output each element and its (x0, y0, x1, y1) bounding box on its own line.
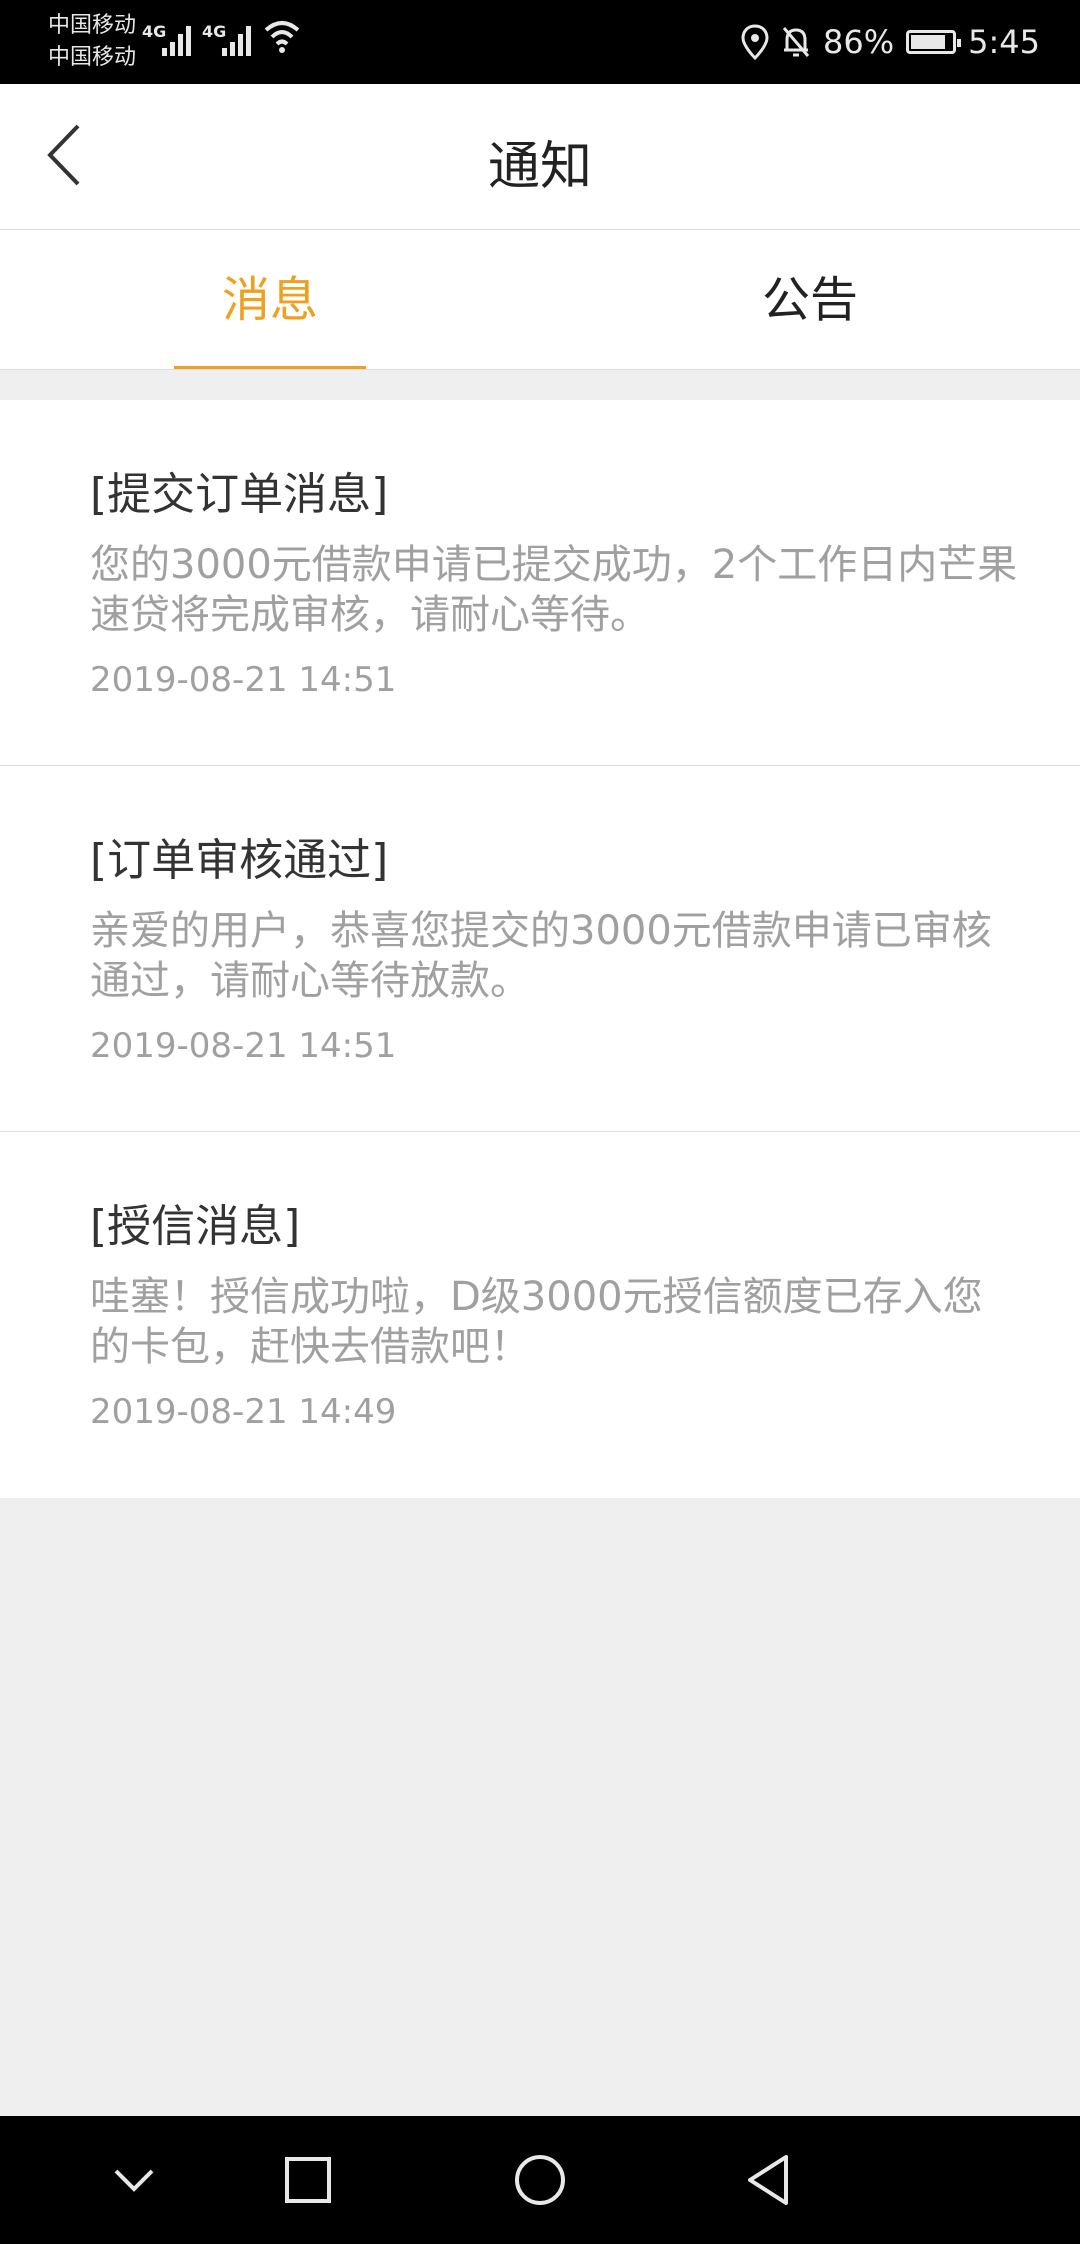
message-time: 2019-08-21 14:51 (90, 660, 397, 700)
battery-fill (911, 35, 946, 49)
wifi-icon (264, 21, 300, 53)
nav-recents-button[interactable] (248, 2116, 368, 2244)
status-time: 5:45 (968, 23, 1040, 61)
location-icon (741, 24, 769, 60)
battery-tip (957, 39, 962, 47)
triangle-back-icon (748, 2155, 788, 2205)
tab-bar: 消息 公告 (0, 230, 1080, 370)
status-right: 86% 5:45 (741, 0, 1040, 84)
message-body: 您的3000元借款申请已提交成功，2个工作日内芒果速贷将完成审核，请耐心等待。 (90, 542, 1018, 638)
battery-percent: 86% (823, 23, 895, 61)
bell-off-icon (782, 27, 810, 57)
circle-icon (515, 2155, 565, 2205)
active-tab-indicator (174, 366, 366, 369)
nav-collapse-button[interactable] (74, 2116, 194, 2244)
message-body: 亲爱的用户，恭喜您提交的3000元借款申请已审核通过，请耐心等待放款。 (90, 908, 992, 1004)
signal-icon (222, 26, 251, 56)
status-bar: 中国移动 中国移动 4G 4G 86% 5:45 (0, 0, 1080, 84)
battery-icon (906, 30, 962, 54)
carrier-1: 中国移动 (48, 13, 137, 38)
message-title: [订单审核通过] (90, 835, 389, 886)
message-time: 2019-08-21 14:51 (90, 1026, 397, 1066)
carrier-labels: 中国移动 中国移动 (48, 10, 136, 74)
square-icon (285, 2157, 331, 2203)
app-header: 通知 (0, 84, 1080, 230)
nav-back-button[interactable] (708, 2116, 828, 2244)
tab-messages[interactable]: 消息 (0, 230, 540, 370)
page-title: 通知 (487, 137, 592, 197)
nav-home-button[interactable] (480, 2116, 600, 2244)
list-item[interactable]: [授信消息] 哇塞！授信成功啦，D级3000元授信额度已存入您的卡包，赶快去借款… (0, 1132, 1080, 1498)
signal-icon (162, 26, 191, 56)
message-list: [提交订单消息] 您的3000元借款申请已提交成功，2个工作日内芒果速贷将完成审… (0, 400, 1080, 1498)
message-title: [授信消息] (90, 1201, 301, 1252)
carrier-2: 中国移动 (48, 45, 137, 70)
system-nav-bar (0, 2116, 1080, 2244)
message-time: 2019-08-21 14:49 (90, 1392, 397, 1432)
message-title: [提交订单消息] (90, 469, 389, 520)
message-body: 哇塞！授信成功啦，D级3000元授信额度已存入您的卡包，赶快去借款吧！ (90, 1274, 983, 1370)
list-item[interactable]: [订单审核通过] 亲爱的用户，恭喜您提交的3000元借款申请已审核通过，请耐心等… (0, 766, 1080, 1132)
list-item[interactable]: [提交订单消息] 您的3000元借款申请已提交成功，2个工作日内芒果速贷将完成审… (0, 400, 1080, 766)
chevron-down-icon (114, 2169, 154, 2192)
tab-announcements[interactable]: 公告 (540, 230, 1080, 370)
